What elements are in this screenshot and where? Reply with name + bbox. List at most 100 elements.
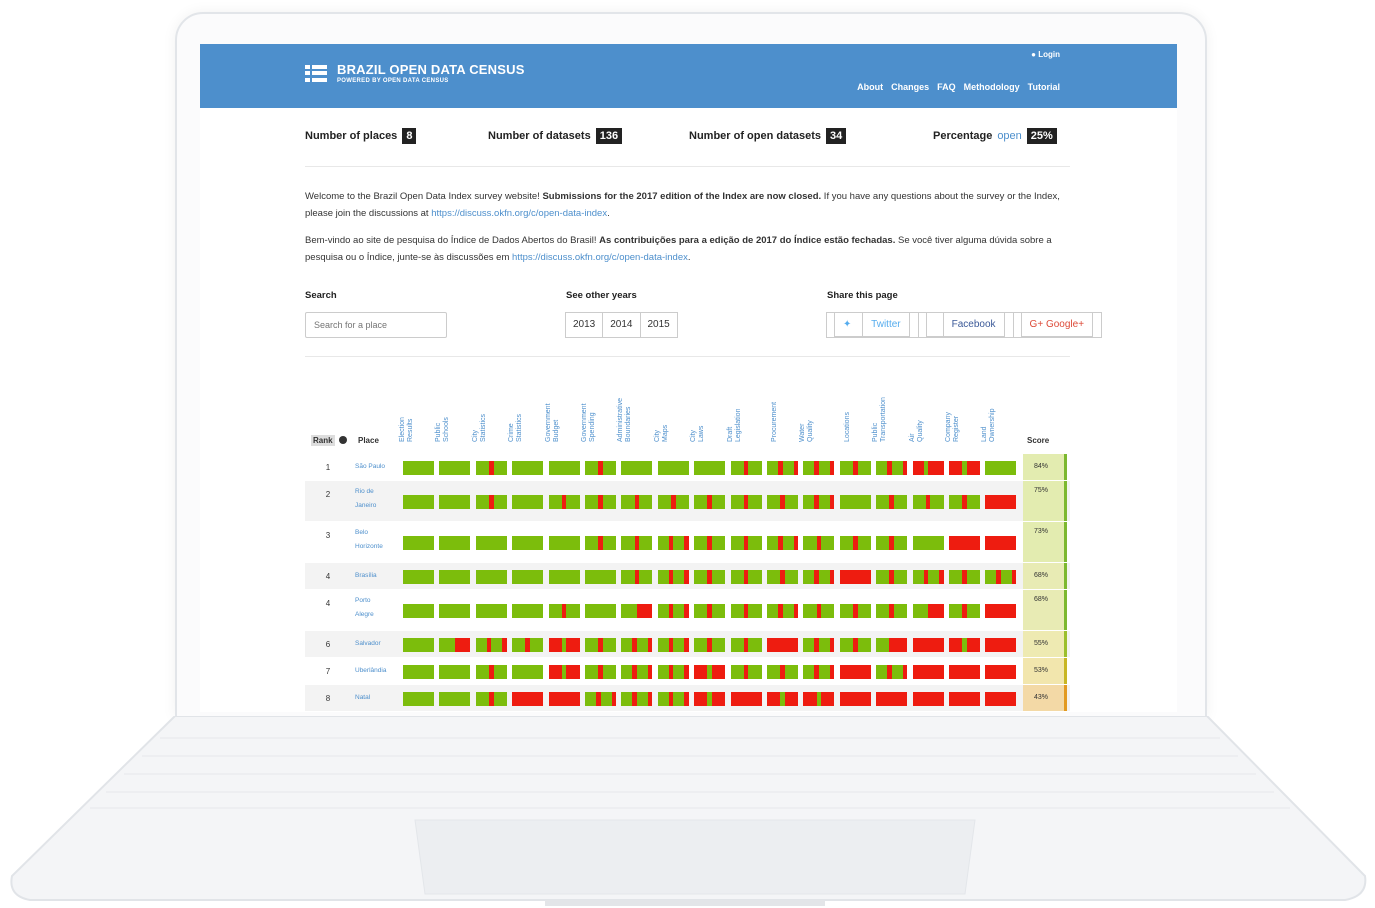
dataset-status-cell[interactable]	[876, 570, 908, 584]
dataset-status-cell[interactable]	[803, 604, 835, 618]
rank-header[interactable]: Rank	[311, 435, 347, 446]
nav-methodology[interactable]: Methodology	[964, 82, 1020, 92]
dataset-status-cell[interactable]	[730, 536, 762, 550]
dataset-status-cell[interactable]	[439, 604, 471, 618]
place-link[interactable]: Porto Alegre	[355, 590, 400, 622]
dataset-column-header[interactable]: Draft Legislation	[727, 376, 771, 442]
info-icon[interactable]	[338, 436, 347, 444]
dataset-status-cell[interactable]	[585, 570, 616, 584]
place-link[interactable]: Belo Horizonte	[355, 522, 400, 554]
dataset-status-cell[interactable]	[512, 461, 544, 475]
dataset-status-cell[interactable]	[585, 495, 616, 509]
dataset-status-cell[interactable]	[585, 638, 616, 652]
dataset-status-cell[interactable]	[403, 570, 434, 584]
dataset-status-cell[interactable]	[475, 604, 507, 618]
discuss-link[interactable]: https://discuss.okfn.org/c/open-data-ind…	[431, 208, 607, 219]
dataset-status-cell[interactable]	[803, 536, 835, 550]
dataset-status-cell[interactable]	[475, 536, 507, 550]
dataset-status-cell[interactable]	[548, 495, 580, 509]
dataset-status-cell[interactable]	[512, 692, 544, 706]
dataset-status-cell[interactable]	[694, 665, 726, 679]
dataset-status-cell[interactable]	[767, 604, 798, 618]
dataset-status-cell[interactable]	[839, 604, 871, 618]
dataset-status-cell[interactable]	[876, 665, 908, 679]
search-input[interactable]	[305, 312, 447, 338]
dataset-status-cell[interactable]	[475, 638, 507, 652]
dataset-status-cell[interactable]	[657, 665, 689, 679]
dataset-status-cell[interactable]	[657, 638, 689, 652]
dataset-status-cell[interactable]	[657, 570, 689, 584]
dataset-status-cell[interactable]	[694, 570, 726, 584]
dataset-status-cell[interactable]	[694, 495, 726, 509]
dataset-status-cell[interactable]	[985, 536, 1017, 550]
dataset-status-cell[interactable]	[585, 604, 616, 618]
dataset-status-cell[interactable]	[949, 495, 980, 509]
dataset-status-cell[interactable]	[512, 665, 544, 679]
dataset-status-cell[interactable]	[912, 536, 944, 550]
dataset-status-cell[interactable]	[512, 570, 544, 584]
dataset-status-cell[interactable]	[876, 638, 908, 652]
dataset-status-cell[interactable]	[839, 536, 871, 550]
dataset-status-cell[interactable]	[949, 638, 980, 652]
dataset-status-cell[interactable]	[512, 638, 544, 652]
dataset-status-cell[interactable]	[767, 461, 798, 475]
dataset-status-cell[interactable]	[621, 638, 653, 652]
place-link[interactable]: São Paulo	[355, 454, 400, 474]
dataset-status-cell[interactable]	[912, 461, 944, 475]
dataset-status-cell[interactable]	[439, 536, 471, 550]
place-link[interactable]: Natal	[355, 685, 400, 705]
nav-tutorial[interactable]: Tutorial	[1028, 82, 1060, 92]
dataset-status-cell[interactable]	[839, 692, 871, 706]
nav-faq[interactable]: FAQ	[937, 82, 956, 92]
dataset-status-cell[interactable]	[657, 604, 689, 618]
dataset-status-cell[interactable]	[439, 638, 471, 652]
dataset-status-cell[interactable]	[730, 570, 762, 584]
twitter-share-button[interactable]: ✦ Twitter	[826, 312, 919, 338]
dataset-status-cell[interactable]	[403, 495, 434, 509]
dataset-status-cell[interactable]	[439, 570, 471, 584]
dataset-status-cell[interactable]	[403, 604, 434, 618]
facebook-share-button[interactable]: Facebook	[917, 312, 1014, 338]
dataset-status-cell[interactable]	[512, 495, 544, 509]
place-link[interactable]: Brasília	[355, 563, 400, 583]
dataset-status-cell[interactable]	[912, 495, 944, 509]
nav-about[interactable]: About	[857, 82, 883, 92]
dataset-status-cell[interactable]	[512, 604, 544, 618]
dataset-status-cell[interactable]	[985, 692, 1017, 706]
dataset-status-cell[interactable]	[803, 638, 835, 652]
dataset-status-cell[interactable]	[475, 665, 507, 679]
dataset-status-cell[interactable]	[912, 570, 944, 584]
dataset-status-cell[interactable]	[657, 692, 689, 706]
google-plus-share-button[interactable]: G+ Google+	[1012, 312, 1103, 338]
dataset-status-cell[interactable]	[803, 692, 835, 706]
dataset-status-cell[interactable]	[585, 692, 616, 706]
dataset-status-cell[interactable]	[657, 536, 689, 550]
dataset-status-cell[interactable]	[912, 604, 944, 618]
dataset-status-cell[interactable]	[767, 692, 798, 706]
dataset-status-cell[interactable]	[803, 461, 835, 475]
dataset-status-cell[interactable]	[548, 604, 580, 618]
dataset-status-cell[interactable]	[839, 638, 871, 652]
year-2014-button[interactable]: 2014	[602, 312, 641, 338]
dataset-status-cell[interactable]	[694, 536, 726, 550]
login-link[interactable]: ● Login	[1031, 50, 1060, 59]
dataset-status-cell[interactable]	[475, 692, 507, 706]
dataset-status-cell[interactable]	[548, 536, 580, 550]
dataset-status-cell[interactable]	[585, 665, 616, 679]
dataset-status-cell[interactable]	[694, 692, 726, 706]
dataset-status-cell[interactable]	[876, 692, 908, 706]
dataset-status-cell[interactable]	[949, 570, 980, 584]
dataset-status-cell[interactable]	[767, 536, 798, 550]
nav-changes[interactable]: Changes	[891, 82, 929, 92]
dataset-status-cell[interactable]	[657, 461, 689, 475]
dataset-status-cell[interactable]	[439, 665, 471, 679]
dataset-status-cell[interactable]	[985, 495, 1017, 509]
dataset-status-cell[interactable]	[621, 536, 653, 550]
dataset-status-cell[interactable]	[949, 461, 980, 475]
place-link[interactable]: Uberlândia	[355, 658, 400, 678]
dataset-status-cell[interactable]	[403, 536, 434, 550]
year-2013-button[interactable]: 2013	[565, 312, 604, 338]
dataset-status-cell[interactable]	[403, 638, 434, 652]
dataset-status-cell[interactable]	[548, 638, 580, 652]
dataset-status-cell[interactable]	[803, 570, 835, 584]
